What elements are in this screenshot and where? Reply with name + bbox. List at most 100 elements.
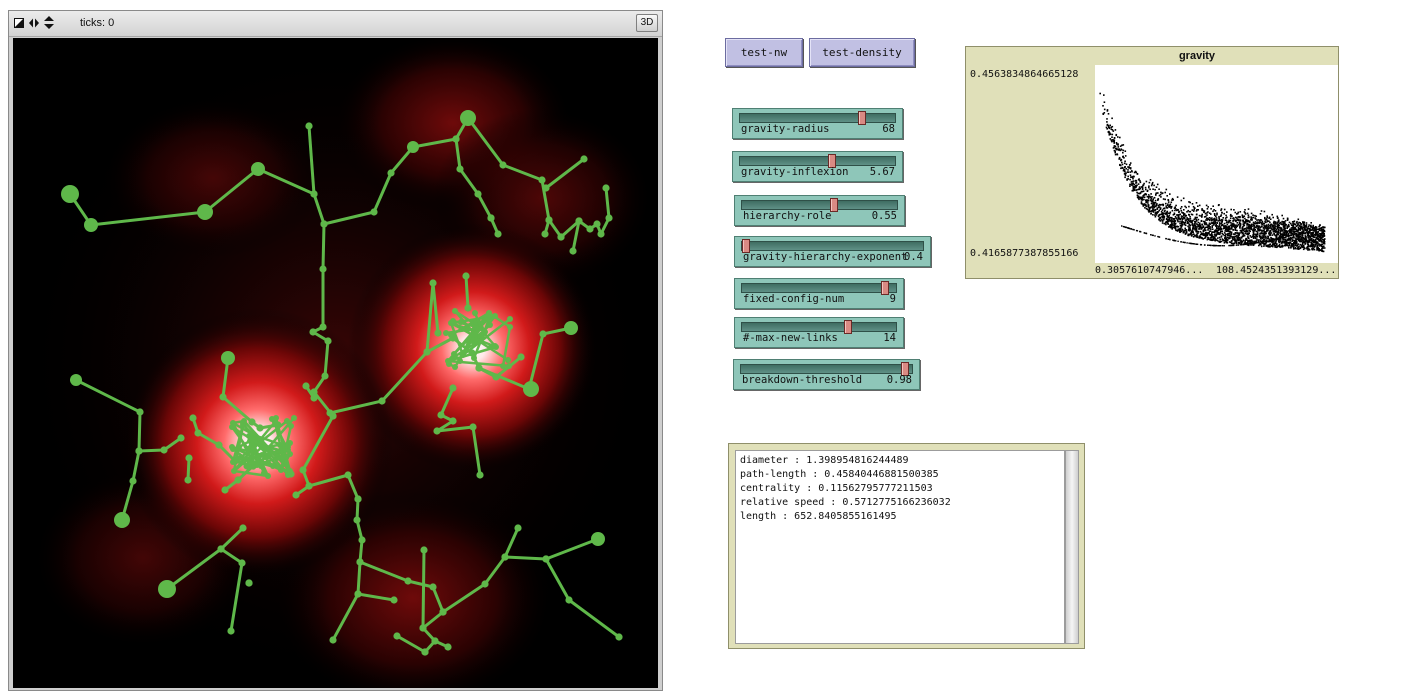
slider-track[interactable] xyxy=(741,320,897,334)
slider-fixed-config-num[interactable]: fixed-config-num 9 xyxy=(734,278,904,309)
scatter-point xyxy=(1194,221,1197,223)
scatter-point xyxy=(1147,199,1150,202)
test-density-button[interactable]: test-density xyxy=(809,38,915,67)
scatter-point xyxy=(1206,238,1209,241)
scatter-point xyxy=(1128,164,1131,166)
slider-track[interactable] xyxy=(739,154,896,168)
slider-value: 0.98 xyxy=(886,374,912,386)
slider-gravity-radius[interactable]: gravity-radius 68 xyxy=(732,108,903,139)
test-nw-button[interactable]: test-nw xyxy=(725,38,803,67)
scatter-point xyxy=(1164,198,1166,201)
scatter-point xyxy=(1113,137,1116,139)
scatter-point xyxy=(1214,238,1217,241)
network-hub xyxy=(197,204,213,220)
scatter-point xyxy=(1281,229,1283,232)
scatter-point xyxy=(1218,236,1221,239)
network-node xyxy=(184,476,192,484)
plot-y-min: 0.4165877387855166 xyxy=(970,248,1079,259)
scatter-point xyxy=(1119,145,1122,147)
scatter-point xyxy=(1292,234,1294,236)
scatter-point xyxy=(1313,245,1316,248)
scatter-point xyxy=(1234,232,1237,234)
scatter-point xyxy=(1218,215,1220,218)
scatter-point xyxy=(1213,221,1215,223)
scatter-point xyxy=(1291,239,1294,241)
network-node xyxy=(219,393,227,401)
scatter-point xyxy=(1220,228,1223,230)
network-node xyxy=(321,372,329,380)
scatter-point xyxy=(1196,233,1198,235)
network-node xyxy=(542,555,550,563)
scatter-point xyxy=(1252,228,1255,231)
scatter-point xyxy=(1180,206,1183,208)
slider-label: gravity-radius xyxy=(741,123,830,135)
slider-track[interactable] xyxy=(739,111,896,125)
scatter-point xyxy=(1109,133,1112,136)
network-node xyxy=(472,310,478,316)
slider-thumb[interactable] xyxy=(858,111,866,125)
network-node xyxy=(500,363,506,369)
network-node xyxy=(580,155,588,163)
scatter-point xyxy=(1219,220,1221,222)
plot-area xyxy=(1095,65,1338,263)
scatter-point xyxy=(1280,240,1282,243)
scatter-point xyxy=(1165,222,1167,224)
scatter-point xyxy=(1112,140,1115,142)
horizontal-arrows-icon[interactable] xyxy=(29,18,39,28)
scatter-point xyxy=(1241,226,1244,228)
network-node xyxy=(390,596,398,604)
slider-hierarchy-role[interactable]: hierarchy-role 0.55 xyxy=(734,195,905,226)
scatter-point xyxy=(1148,208,1151,210)
scatter-point xyxy=(1249,221,1251,223)
slider-track[interactable] xyxy=(741,239,924,253)
scatter-point xyxy=(1241,214,1244,216)
scatter-point xyxy=(1250,224,1253,227)
scatter-point xyxy=(1231,239,1233,242)
scatter-point xyxy=(1150,234,1152,236)
slider-value: 9 xyxy=(889,293,896,305)
scatter-point xyxy=(1215,225,1217,227)
scatter-point xyxy=(1224,230,1226,232)
scatter-point xyxy=(1280,221,1282,224)
slider-track[interactable] xyxy=(741,281,897,295)
slider-breakdown-threshold[interactable]: breakdown-threshold 0.98 xyxy=(733,359,920,390)
scatter-point xyxy=(1114,129,1117,131)
view-size-icon[interactable] xyxy=(14,18,24,28)
scatter-point xyxy=(1278,241,1280,243)
output-scrollbar[interactable] xyxy=(1065,450,1079,644)
plot-x-min: 0.3057610747946... xyxy=(1095,265,1204,276)
scatter-point xyxy=(1223,222,1226,225)
scatter-point xyxy=(1268,217,1270,219)
slider-gravity-inflexion[interactable]: gravity-inflexion 5.67 xyxy=(732,151,903,182)
output-text: diameter : 1.398954816244489 path-length… xyxy=(735,450,1065,644)
scatter-point xyxy=(1246,226,1248,228)
scatter-point xyxy=(1200,220,1203,222)
scatter-point xyxy=(1250,239,1253,241)
scatter-point xyxy=(1158,194,1161,197)
scatter-point xyxy=(1198,214,1201,217)
scatter-point xyxy=(1206,214,1208,216)
slider-max-new-links[interactable]: #-max-new-links 14 xyxy=(734,317,904,348)
scatter-point xyxy=(1213,219,1215,222)
slider-gravity-hierarchy-exponent[interactable]: gravity-hierarchy-exponent 0.4 xyxy=(734,236,931,267)
scatter-point xyxy=(1184,227,1186,230)
slider-track[interactable] xyxy=(740,362,913,376)
slider-thumb[interactable] xyxy=(844,320,852,334)
scatter-point xyxy=(1138,188,1140,191)
scatter-point xyxy=(1216,212,1218,215)
3d-view-button[interactable]: 3D xyxy=(636,14,658,32)
scatter-point xyxy=(1155,214,1158,216)
scatter-point xyxy=(1313,248,1316,251)
network-hub xyxy=(84,218,98,232)
scatter-point xyxy=(1229,217,1232,219)
scatter-point xyxy=(1203,211,1205,213)
scatter-point xyxy=(1155,193,1157,196)
network-hub xyxy=(158,580,176,598)
slider-track[interactable] xyxy=(741,198,898,212)
scatter-point xyxy=(1143,196,1146,198)
vertical-arrows-icon[interactable] xyxy=(44,16,54,29)
scatter-point xyxy=(1188,205,1190,208)
scatter-point xyxy=(1215,217,1218,219)
slider-thumb[interactable] xyxy=(881,281,889,295)
scatter-point xyxy=(1117,146,1120,148)
